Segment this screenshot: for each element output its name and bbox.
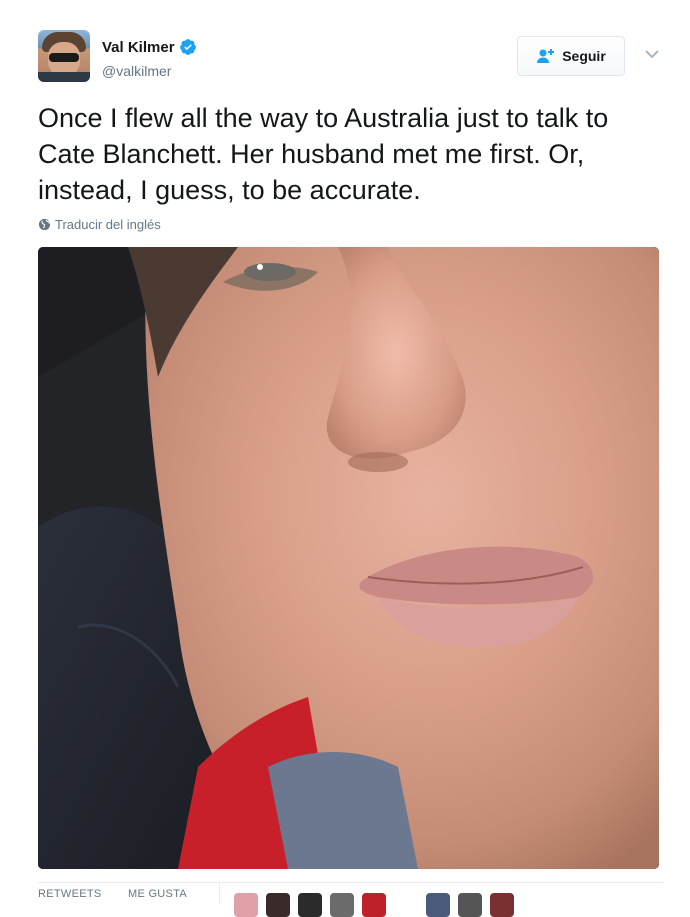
retweets-label[interactable]: RETWEETS [38,888,102,900]
tweet-text: Once I flew all the way to Australia jus… [38,103,609,205]
globe-icon [38,218,51,231]
user-handle[interactable]: @valkilmer [102,63,197,79]
chevron-down-icon[interactable] [644,48,660,60]
follow-user-plus-icon [537,49,555,63]
tweet-header: Val Kilmer @valkilmer Seguir [38,30,663,86]
liker-avatar[interactable] [362,893,386,917]
liker-avatar[interactable] [298,893,322,917]
stats-divider [219,883,220,904]
translate-label: Traducir del inglés [55,217,161,232]
avatar[interactable] [38,30,90,82]
verified-badge-icon [179,39,196,55]
tweet-stats: RETWEETS ME GUSTA [38,882,663,917]
translate-link[interactable]: Traducir del inglés [38,217,161,232]
tweet-photo[interactable] [38,247,659,869]
liker-avatar[interactable] [266,893,290,917]
follow-button[interactable]: Seguir [517,36,625,76]
user-info[interactable]: Val Kilmer @valkilmer [102,38,197,79]
liker-avatar[interactable] [426,893,450,917]
liker-avatar[interactable] [458,893,482,917]
liker-avatar[interactable] [330,893,354,917]
liker-avatar[interactable] [490,893,514,917]
display-name-text: Val Kilmer [102,38,175,56]
close-up-selfie-photo [38,247,659,869]
display-name[interactable]: Val Kilmer [102,38,197,56]
avatar-sunglasses [49,53,79,62]
likes-label[interactable]: ME GUSTA [128,888,187,900]
follow-button-label: Seguir [562,48,606,64]
liker-avatar[interactable] [234,893,258,917]
avatar-shirt [38,72,90,82]
